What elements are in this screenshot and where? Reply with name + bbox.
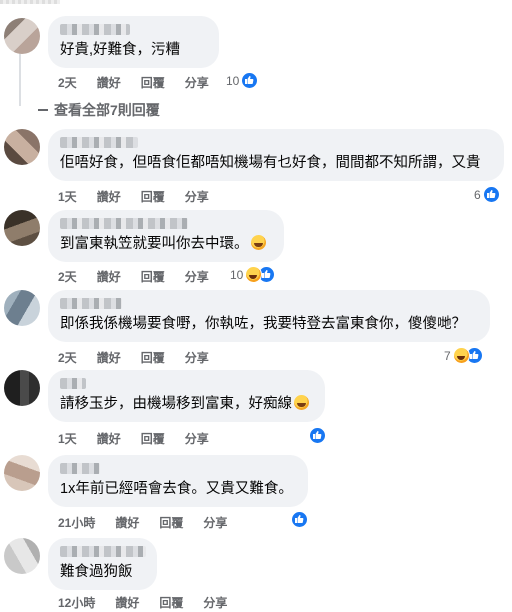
dash-icon: [38, 109, 48, 111]
like-action[interactable]: 讚好: [97, 432, 121, 446]
avatar[interactable]: [4, 290, 40, 326]
comment-actions: 1天 讚好 回覆 分享: [58, 430, 229, 447]
reaction-count: 6: [474, 187, 481, 202]
comment-text: 到富東執笠就要叫你去中環。: [60, 235, 272, 254]
like-action[interactable]: 讚好: [115, 596, 139, 610]
comment-time[interactable]: 2天: [58, 351, 77, 365]
comment-actions: 2天 讚好 回覆 分享: [58, 349, 229, 366]
share-action[interactable]: 分享: [203, 596, 227, 610]
view-all-replies-label: 查看全部7則回覆: [54, 102, 160, 118]
like-icon: [291, 511, 308, 528]
author-name-redacted[interactable]: [60, 546, 146, 557]
comment-bubble: 請移玉步，由機場移到富東，好痴線: [48, 370, 325, 422]
author-name-redacted[interactable]: [60, 378, 86, 389]
laughing-emoji-icon: [294, 395, 309, 410]
comment-time[interactable]: 1天: [58, 432, 77, 446]
reply-action[interactable]: 回覆: [141, 76, 165, 90]
comment-bubble: 好貴,好難食，污糟: [48, 16, 219, 68]
like-action[interactable]: 讚好: [97, 76, 121, 90]
like-icon: [241, 72, 259, 89]
reply-action[interactable]: 回覆: [141, 432, 165, 446]
avatar[interactable]: [4, 370, 40, 406]
comment-text: 請移玉步，由機場移到富東，好痴線: [60, 395, 313, 414]
comment-bubble: 即係我係機場要食嘢，你執咗，我要特登去富東食你，傻傻哋？: [48, 290, 490, 342]
share-action[interactable]: 分享: [203, 516, 227, 530]
avatar[interactable]: [4, 18, 40, 54]
comment-time[interactable]: 21小時: [58, 516, 95, 530]
author-name-redacted[interactable]: [60, 24, 130, 35]
comment-time[interactable]: 2天: [58, 76, 77, 90]
comment-time[interactable]: 2天: [58, 270, 77, 284]
like-action[interactable]: 讚好: [115, 516, 139, 530]
like-icon: [309, 427, 326, 444]
comment-actions: 2天 讚好 回覆 分享: [58, 268, 229, 285]
reaction-count: 7: [444, 348, 451, 363]
share-action[interactable]: 分享: [185, 270, 209, 284]
comment-bubble: 到富東執笠就要叫你去中環。: [48, 210, 284, 262]
like-action[interactable]: 讚好: [97, 351, 121, 365]
share-action[interactable]: 分享: [185, 351, 209, 365]
comment-time[interactable]: 12小時: [58, 596, 95, 610]
haha-reaction-icon: [452, 347, 470, 364]
share-action[interactable]: 分享: [185, 190, 209, 204]
author-name-redacted[interactable]: [60, 137, 138, 148]
comment-text: 佢唔好食，但唔食佢都唔知機場有乜好食，間間都不知所謂，又貴: [60, 155, 481, 171]
reply-action[interactable]: 回覆: [141, 270, 165, 284]
author-name-redacted[interactable]: [60, 463, 100, 474]
reaction-summary[interactable]: [291, 511, 308, 528]
share-action[interactable]: 分享: [185, 76, 209, 90]
reaction-summary[interactable]: 10: [230, 266, 276, 283]
comment-actions: 12小時 讚好 回覆 分享: [58, 594, 247, 611]
reaction-summary[interactable]: 10: [226, 72, 259, 89]
comment-bubble: 難食過狗飯: [48, 538, 157, 590]
comment-actions: 1天 讚好 回覆 分享: [58, 188, 229, 205]
share-action[interactable]: 分享: [185, 432, 209, 446]
reply-action[interactable]: 回覆: [159, 516, 183, 530]
comment-bubble: 1x年前已經唔會去食。又貴又難食。: [48, 455, 308, 507]
comment-bubble: 佢唔好食，但唔食佢都唔知機場有乜好食，間間都不知所謂，又貴: [48, 129, 504, 181]
avatar[interactable]: [4, 455, 40, 491]
avatar[interactable]: [4, 538, 40, 574]
comment-actions: 21小時 讚好 回覆 分享: [58, 514, 247, 531]
author-name-redacted[interactable]: [60, 218, 188, 229]
comment-text: 1x年前已經唔會去食。又貴又難食。: [60, 481, 293, 497]
comment-text: 好貴,好難食，污糟: [60, 42, 181, 58]
comment-time[interactable]: 1天: [58, 190, 77, 204]
author-name-redacted[interactable]: [60, 298, 122, 309]
like-icon: [482, 186, 500, 203]
comment-text-content: 到富東執笠就要叫你去中環。: [60, 236, 249, 252]
comment-actions: 2天 讚好 回覆 分享: [58, 74, 229, 91]
comment-text: 難食過狗飯: [60, 564, 133, 580]
laughing-emoji-icon: [250, 235, 266, 250]
clipped-header: [0, 0, 60, 4]
comment-text: 即係我係機場要食嘢，你執咗，我要特登去富東食你，傻傻哋？: [60, 316, 466, 332]
reaction-summary[interactable]: 7: [444, 347, 483, 364]
like-action[interactable]: 讚好: [97, 190, 121, 204]
reply-action[interactable]: 回覆: [141, 190, 165, 204]
reaction-count: 10: [226, 73, 240, 88]
like-action[interactable]: 讚好: [97, 270, 121, 284]
reply-action[interactable]: 回覆: [141, 351, 165, 365]
reaction-summary[interactable]: 6: [474, 186, 500, 203]
reply-action[interactable]: 回覆: [159, 596, 183, 610]
avatar[interactable]: [4, 129, 40, 165]
reaction-count: 10: [230, 267, 244, 282]
comment-text-content: 請移玉步，由機場移到富東，好痴線: [60, 396, 292, 412]
avatar[interactable]: [4, 210, 40, 246]
reaction-summary[interactable]: [309, 427, 326, 444]
view-all-replies-link[interactable]: 查看全部7則回覆: [38, 100, 160, 120]
